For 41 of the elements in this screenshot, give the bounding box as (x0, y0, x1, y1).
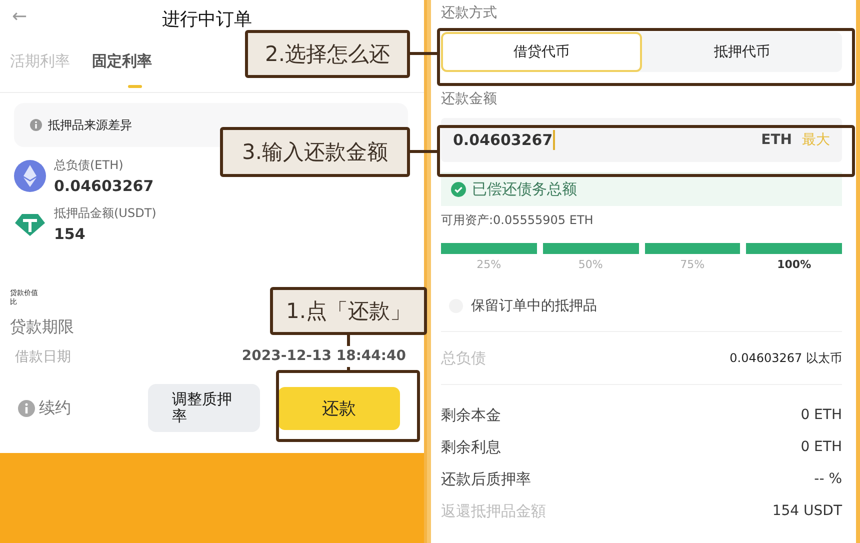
leader-line (410, 52, 437, 55)
row-label: 总负债 (441, 348, 486, 368)
repay-button[interactable]: 还款 (278, 386, 400, 430)
check-icon (451, 182, 466, 196)
amount-field[interactable]: 0.04603267 ETH 最大 (441, 118, 842, 162)
row-label: 还款后质押率 (441, 470, 531, 488)
annotation-label: 1.点「还款」 (270, 287, 427, 335)
method-option[interactable]: 借贷代币 (441, 32, 642, 72)
section-label: 还款金额 (441, 90, 498, 108)
row-value: -- % (814, 471, 842, 487)
row-value: 154 USDT (772, 503, 842, 519)
percent-option[interactable]: 100% (746, 243, 842, 271)
method-option[interactable]: 抵押代币 (642, 32, 842, 72)
leader-line (410, 150, 437, 153)
row-value: 0 ETH (800, 439, 842, 455)
available-balance: 可用资产:0.05555905 ETH (441, 212, 594, 229)
section-label: 还款方式 (441, 4, 498, 22)
row-value: 0 ETH (800, 407, 842, 423)
asset-label: 总负债(ETH) (54, 157, 124, 174)
row-label: 剩余本金 (441, 406, 501, 424)
adjust-ratio-button[interactable]: 调整质押率 (148, 384, 260, 432)
asset-value: 154 (54, 225, 86, 243)
page-title: 进行中订单 (162, 8, 252, 31)
row-value: 0.04603267 以太币 (730, 350, 842, 366)
date-value: 2023-12-13 18:44:40 (242, 348, 406, 366)
annotation-label: 3.输入还款金额 (220, 127, 410, 177)
info-icon (30, 119, 42, 131)
term-label: 贷款期限 (10, 317, 74, 338)
radio-label: 保留订单中的抵押品 (471, 297, 597, 315)
info-icon (18, 400, 35, 416)
notice-text: 抵押品来源差异 (48, 116, 132, 134)
tab[interactable]: 固定利率 (92, 52, 152, 88)
asset-label: 抵押品金额(USDT) (54, 205, 156, 222)
row-label: 返還抵押品金額 (441, 502, 546, 520)
status-text: 已偿还债务总额 (472, 180, 577, 198)
row-label: 剩余利息 (441, 438, 501, 456)
renew-link[interactable]: 续约 (39, 398, 132, 418)
annotation-label: 2.选择怎么还 (245, 30, 410, 78)
ethereum-icon (14, 160, 46, 192)
asset-value: 0.04603267 (54, 177, 154, 195)
date-label: 借款日期 (15, 348, 71, 366)
